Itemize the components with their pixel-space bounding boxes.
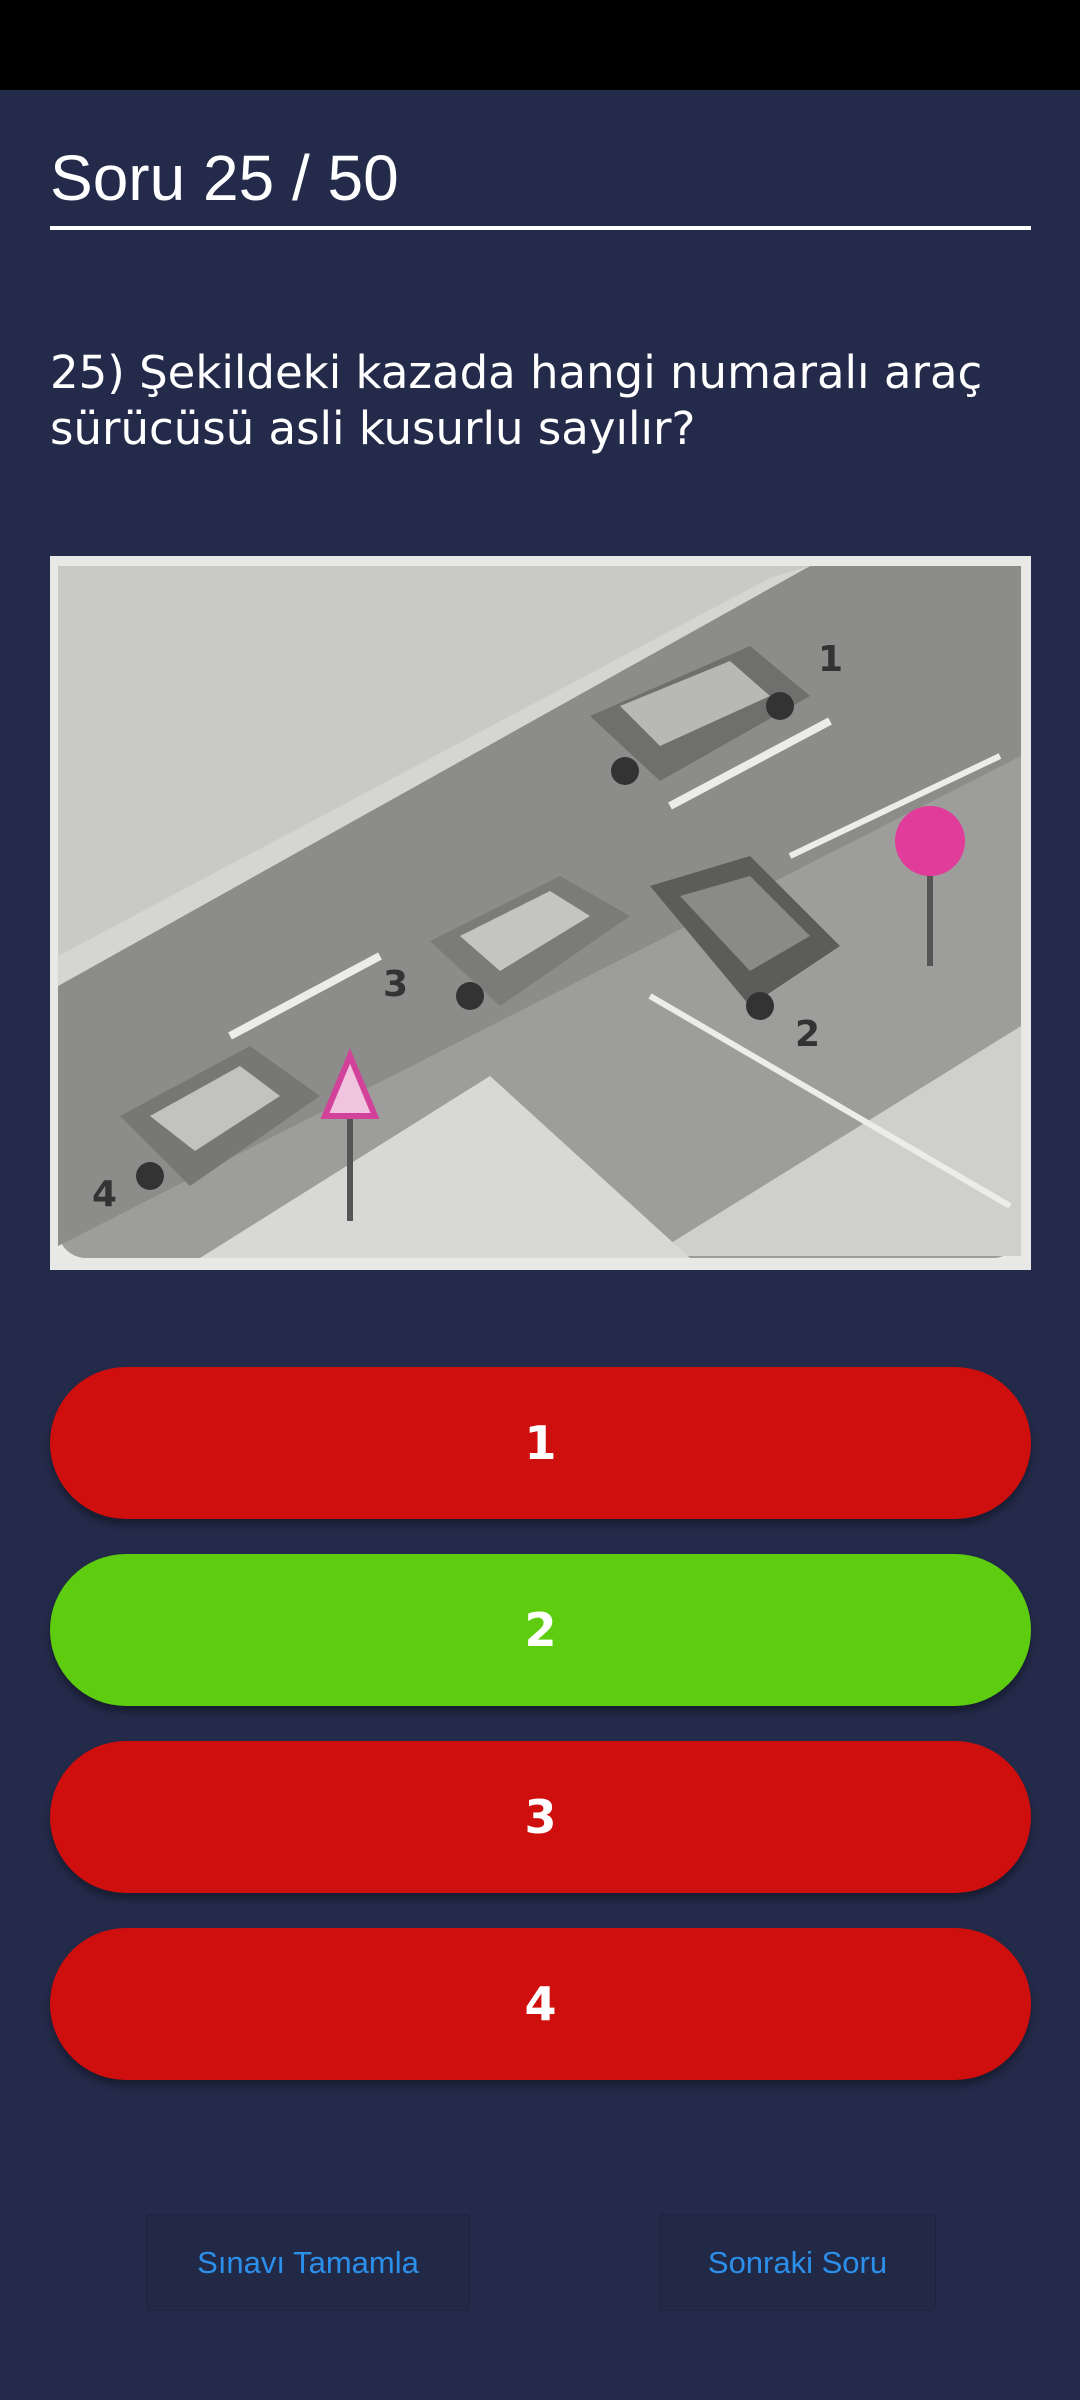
finish-exam-button[interactable]: Sınavı Tamamla: [146, 2214, 470, 2311]
svg-text:1: 1: [818, 639, 843, 680]
answer-option-4[interactable]: 4: [50, 1928, 1031, 2080]
page-title: Soru 25 / 50: [50, 142, 399, 214]
question-image: 1 2 3 4: [50, 556, 1031, 1270]
answer-option-label: 4: [524, 1977, 557, 2031]
header: Soru 25 / 50: [50, 138, 1031, 230]
status-bar: [0, 0, 1080, 90]
answer-option-label: 3: [524, 1790, 557, 1844]
header-divider: [50, 226, 1031, 230]
svg-text:3: 3: [383, 964, 408, 1005]
question-text: 25) Şekildeki kazada hangi numaralı araç…: [50, 346, 983, 455]
next-question-button[interactable]: Sonraki Soru: [659, 2214, 936, 2311]
svg-text:4: 4: [92, 1174, 117, 1215]
answer-option-label: 2: [524, 1603, 557, 1657]
answer-option-2[interactable]: 2: [50, 1554, 1031, 1706]
answer-option-3[interactable]: 3: [50, 1741, 1031, 1893]
answer-option-1[interactable]: 1: [50, 1367, 1031, 1519]
svg-text:2: 2: [795, 1014, 820, 1055]
answer-option-label: 1: [524, 1416, 557, 1470]
